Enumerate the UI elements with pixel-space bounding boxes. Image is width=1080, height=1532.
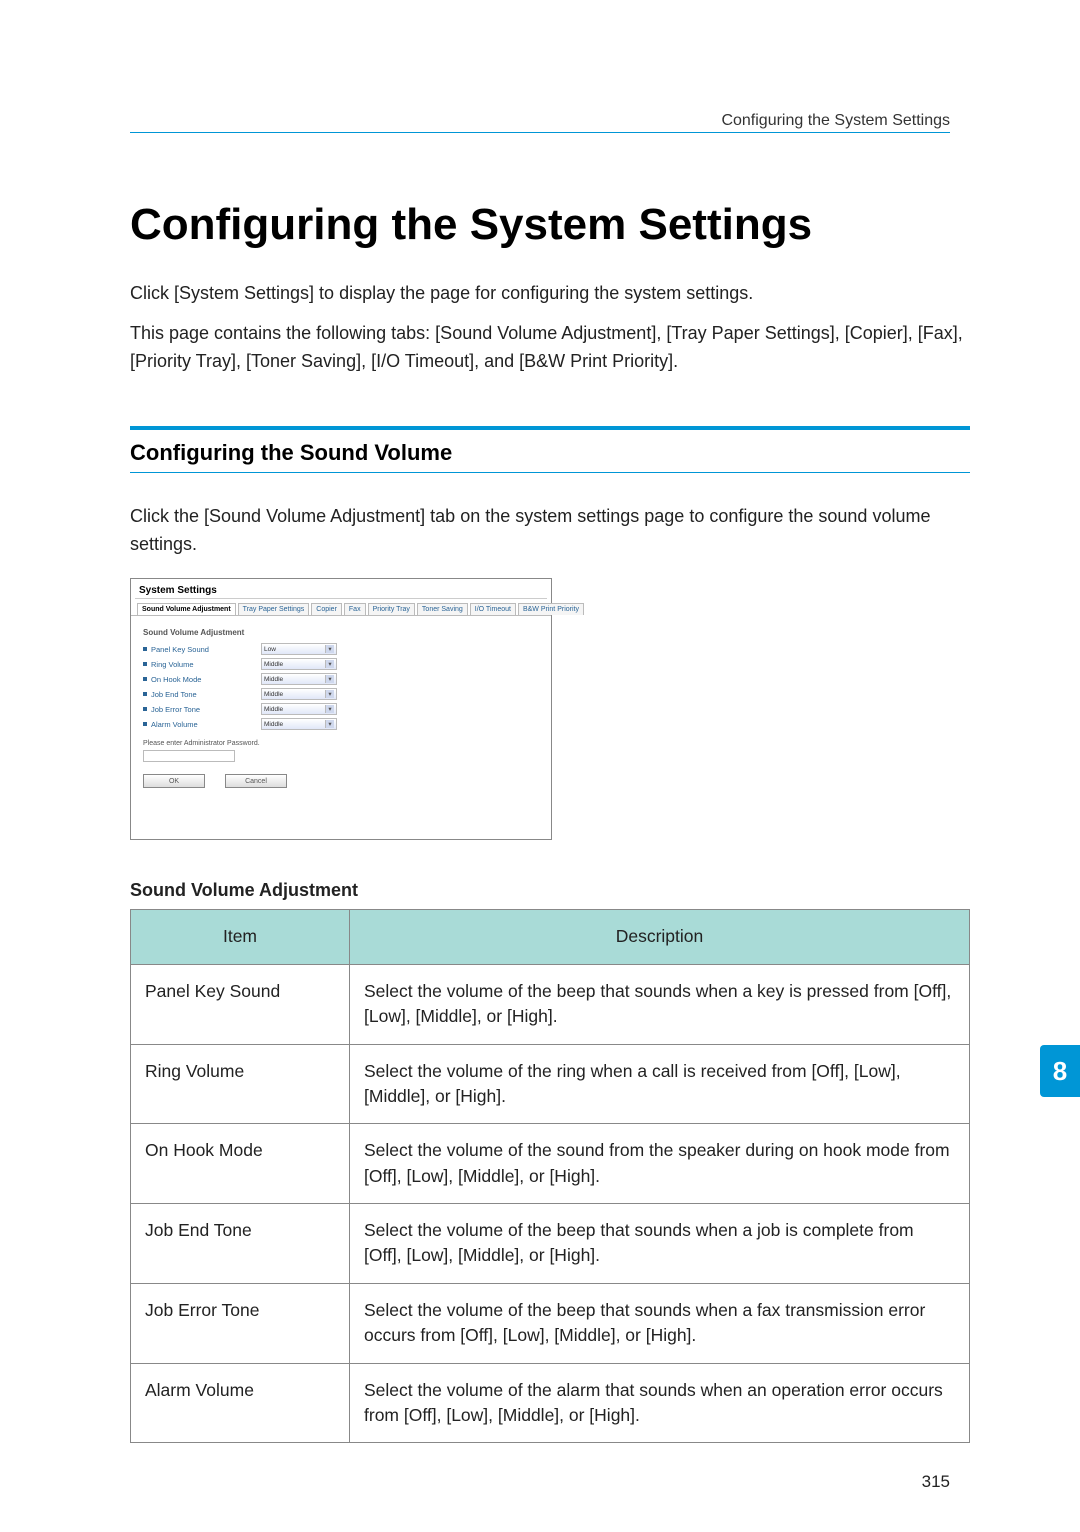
chevron-down-icon: ▾ [325, 675, 334, 683]
embed-window-title: System Settings [131, 579, 551, 598]
embed-tab-priority-tray[interactable]: Priority Tray [368, 603, 415, 615]
chevron-down-icon: ▾ [325, 660, 334, 668]
cell-item: Job End Tone [131, 1204, 350, 1284]
embed-select-job-error[interactable]: Middle▾ [261, 703, 337, 715]
embed-label-panel-key: Panel Key Sound [151, 645, 261, 654]
th-description: Description [350, 910, 970, 964]
embed-password-input[interactable] [143, 750, 235, 762]
chevron-down-icon: ▾ [325, 720, 334, 728]
th-item: Item [131, 910, 350, 964]
embed-tab-bw-print-priority[interactable]: B&W Print Priority [518, 603, 584, 615]
running-header: Configuring the System Settings [721, 112, 950, 130]
chapter-tab: 8 [1040, 1045, 1080, 1097]
intro-paragraph-2: This page contains the following tabs: [… [130, 320, 970, 376]
cell-desc: Select the volume of the beep that sound… [350, 1283, 970, 1363]
embed-label-alarm: Alarm Volume [151, 720, 261, 729]
embed-tab-copier[interactable]: Copier [311, 603, 342, 615]
cell-desc: Select the volume of the ring when a cal… [350, 1044, 970, 1124]
embed-select-on-hook[interactable]: Middle▾ [261, 673, 337, 685]
embed-tab-fax[interactable]: Fax [344, 603, 366, 615]
cell-item: On Hook Mode [131, 1124, 350, 1204]
table-row: Ring VolumeSelect the volume of the ring… [131, 1044, 970, 1124]
embed-select-job-end[interactable]: Middle▾ [261, 688, 337, 700]
embed-cancel-button[interactable]: Cancel [225, 774, 287, 788]
table-row: On Hook ModeSelect the volume of the sou… [131, 1124, 970, 1204]
sound-volume-table: Item Description Panel Key SoundSelect t… [130, 909, 970, 1443]
embed-label-ring-volume: Ring Volume [151, 660, 261, 669]
embed-label-job-end: Job End Tone [151, 690, 261, 699]
chevron-down-icon: ▾ [325, 645, 334, 653]
embedded-screenshot: System Settings Sound Volume Adjustment … [130, 578, 552, 840]
embed-tab-toner-saving[interactable]: Toner Saving [417, 603, 468, 615]
page-number: 315 [922, 1472, 950, 1492]
cell-desc: Select the volume of the alarm that soun… [350, 1363, 970, 1443]
embed-tab-io-timeout[interactable]: I/O Timeout [470, 603, 516, 615]
table-row: Panel Key SoundSelect the volume of the … [131, 964, 970, 1044]
embed-select-panel-key[interactable]: Low▾ [261, 643, 337, 655]
embed-label-on-hook: On Hook Mode [151, 675, 261, 684]
header-rule [130, 132, 950, 133]
cell-desc: Select the volume of the sound from the … [350, 1124, 970, 1204]
embed-password-note: Please enter Administrator Password. [143, 740, 539, 747]
chevron-down-icon: ▾ [325, 705, 334, 713]
embed-group-heading: Sound Volume Adjustment [143, 628, 539, 637]
cell-item: Alarm Volume [131, 1363, 350, 1443]
embed-tab-sound-volume[interactable]: Sound Volume Adjustment [137, 603, 236, 615]
table-caption: Sound Volume Adjustment [130, 880, 970, 901]
section-rule-top [130, 426, 970, 430]
table-row: Job Error ToneSelect the volume of the b… [131, 1283, 970, 1363]
table-row: Alarm VolumeSelect the volume of the ala… [131, 1363, 970, 1443]
embed-label-job-error: Job Error Tone [151, 705, 261, 714]
section-body: Click the [Sound Volume Adjustment] tab … [130, 503, 970, 559]
section-heading: Configuring the Sound Volume [130, 440, 970, 466]
page-title: Configuring the System Settings [130, 200, 970, 250]
embed-select-alarm[interactable]: Middle▾ [261, 718, 337, 730]
table-row: Job End ToneSelect the volume of the bee… [131, 1204, 970, 1284]
embed-select-ring-volume[interactable]: Middle▾ [261, 658, 337, 670]
section-rule-bottom [130, 472, 970, 473]
chevron-down-icon: ▾ [325, 690, 334, 698]
cell-desc: Select the volume of the beep that sound… [350, 964, 970, 1044]
cell-desc: Select the volume of the beep that sound… [350, 1204, 970, 1284]
embed-tabstrip: Sound Volume Adjustment Tray Paper Setti… [131, 599, 551, 616]
cell-item: Ring Volume [131, 1044, 350, 1124]
embed-ok-button[interactable]: OK [143, 774, 205, 788]
intro-paragraph-1: Click [System Settings] to display the p… [130, 280, 970, 308]
cell-item: Job Error Tone [131, 1283, 350, 1363]
embed-tab-tray-paper[interactable]: Tray Paper Settings [238, 603, 310, 615]
cell-item: Panel Key Sound [131, 964, 350, 1044]
